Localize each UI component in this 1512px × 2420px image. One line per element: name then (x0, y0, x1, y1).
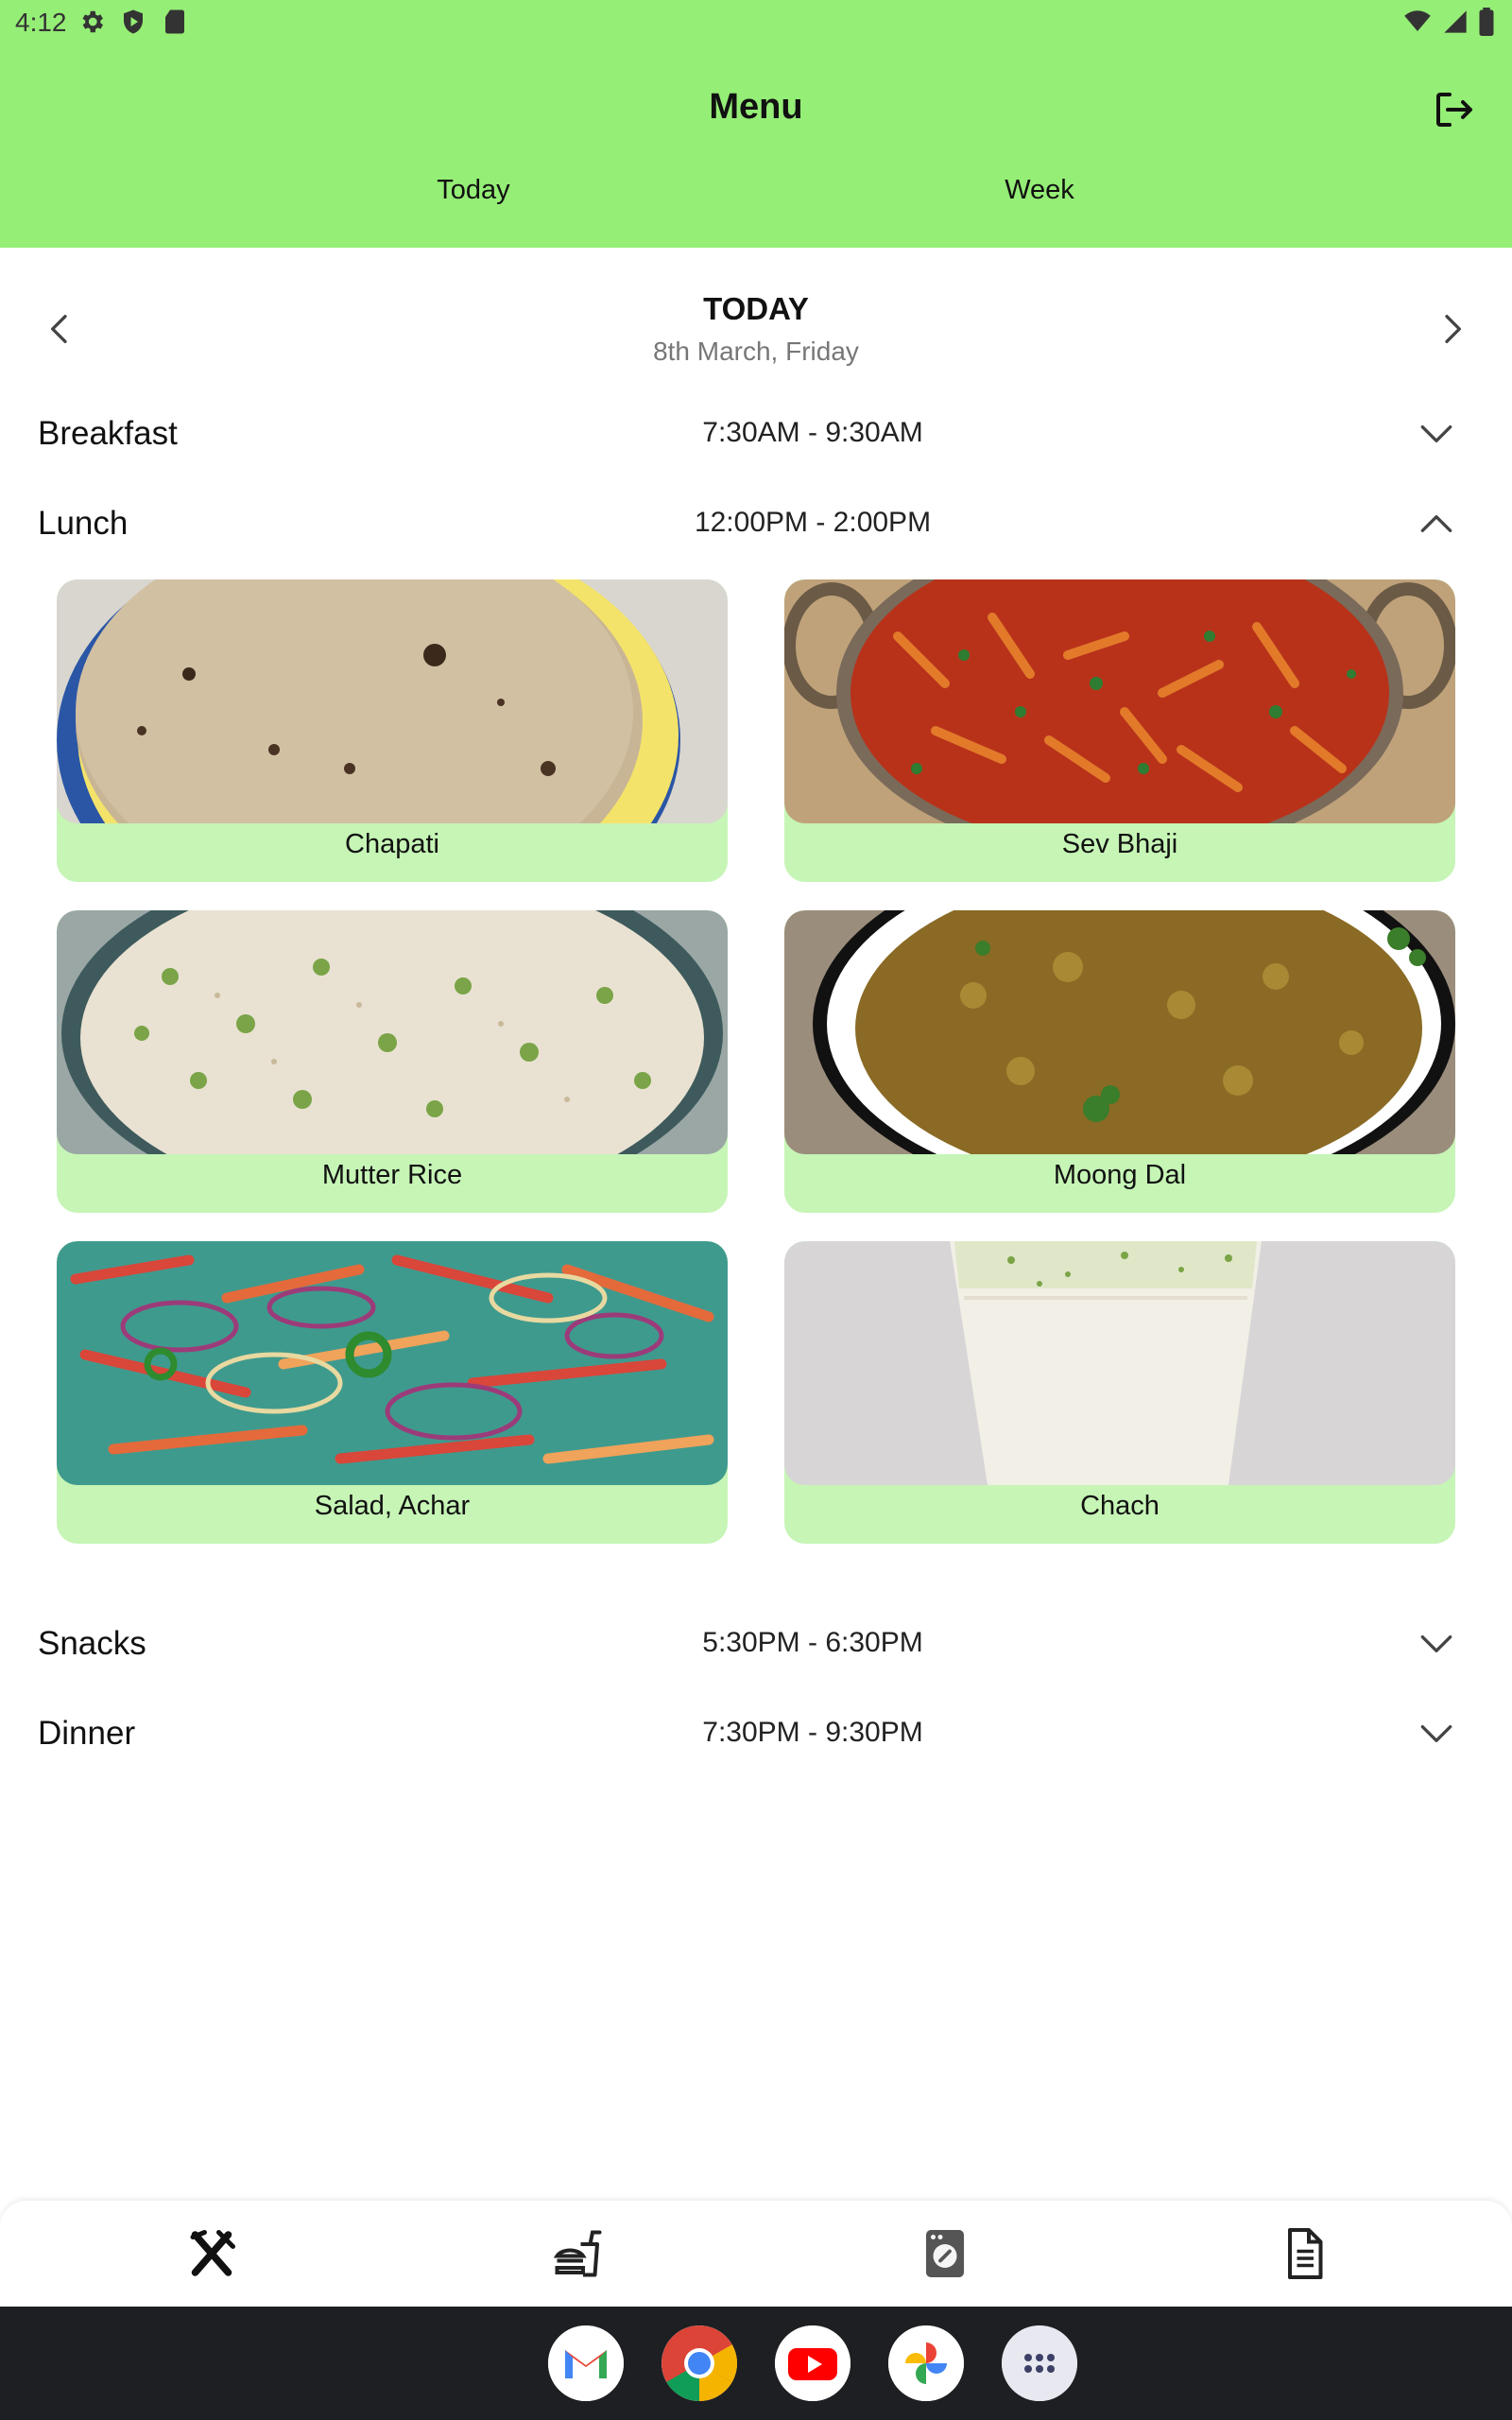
nav-item-documents[interactable] (1276, 2225, 1332, 2282)
food-image (57, 910, 728, 1154)
chrome-icon (662, 2325, 737, 2401)
nav-item-laundry[interactable] (917, 2225, 973, 2282)
food-card-mutter-rice[interactable]: Mutter Rice (57, 910, 728, 1213)
food-image (784, 579, 1455, 823)
bottom-navigation (0, 2201, 1512, 2307)
food-name: Sev Bhaji (1061, 829, 1178, 859)
food-image (784, 1241, 1455, 1485)
food-image (784, 910, 1455, 1154)
meal-row-dinner[interactable]: Dinner 7:30PM - 9:30PM (0, 1703, 1512, 1764)
date-subtitle: 8th March, Friday (653, 337, 859, 366)
meal-time: 7:30AM - 9:30AM (702, 417, 923, 448)
food-image (57, 579, 728, 823)
youtube-app[interactable] (775, 2325, 850, 2401)
gmail-app[interactable] (548, 2325, 624, 2401)
status-bar: 4:12 (0, 0, 1512, 49)
laundry-icon (926, 2230, 964, 2277)
utensils-icon (190, 2230, 235, 2276)
meal-time: 5:30PM - 6:30PM (702, 1627, 923, 1658)
food-card-salad-achar[interactable]: Salad, Achar (57, 1241, 728, 1544)
food-name: Chapati (345, 829, 439, 859)
youtube-icon (775, 2325, 850, 2401)
food-name: Mutter Rice (321, 1160, 463, 1190)
chevron-down-icon[interactable] (1416, 1623, 1457, 1665)
nav-item-food[interactable] (550, 2225, 607, 2282)
sd-card-icon (165, 9, 184, 34)
food-name: Moong Dal (1053, 1160, 1187, 1190)
meal-row-lunch[interactable]: Lunch 12:00PM - 2:00PM (0, 493, 1512, 554)
photos-app[interactable] (888, 2325, 964, 2401)
food-card-sev-bhaji[interactable]: Sev Bhaji (784, 579, 1455, 882)
meal-name: Lunch (38, 505, 129, 542)
meal-time: 7:30PM - 9:30PM (702, 1717, 923, 1748)
app-drawer-icon (1002, 2325, 1077, 2401)
chevron-down-icon[interactable] (1416, 1713, 1457, 1754)
logout-icon[interactable] (1431, 87, 1476, 132)
page-title: Menu (709, 87, 803, 127)
wifi-icon (1404, 10, 1431, 31)
signal-icon (1444, 10, 1467, 33)
meal-name: Snacks (38, 1625, 146, 1662)
date-title: TODAY (703, 291, 809, 326)
chrome-app[interactable] (662, 2325, 737, 2401)
shield-icon (124, 9, 143, 34)
meal-time: 12:00PM - 2:00PM (694, 507, 932, 538)
meal-name: Dinner (38, 1715, 136, 1752)
document-icon (1288, 2228, 1323, 2279)
system-dock (0, 2307, 1512, 2420)
food-card-chapati[interactable]: Chapati (57, 579, 728, 882)
settings-icon (82, 10, 103, 33)
status-time: 4:12 (15, 8, 67, 37)
tab-week[interactable]: Week (898, 175, 1181, 206)
food-image (57, 1241, 728, 1485)
app-header: 4:12 Menu Today Week (0, 0, 1512, 248)
meal-row-snacks[interactable]: Snacks 5:30PM - 6:30PM (0, 1614, 1512, 1674)
next-day-icon[interactable] (1433, 310, 1470, 348)
food-card-chach[interactable]: Chach (784, 1241, 1455, 1544)
food-name: Salad, Achar (314, 1491, 471, 1521)
gmail-icon (548, 2325, 624, 2401)
tab-today[interactable]: Today (332, 175, 615, 206)
fast-food-icon (553, 2230, 602, 2277)
food-name: Chach (1080, 1491, 1160, 1521)
photos-icon (888, 2325, 964, 2401)
nav-item-menu[interactable] (183, 2225, 240, 2282)
chevron-down-icon[interactable] (1416, 413, 1457, 455)
chevron-up-icon[interactable] (1416, 503, 1457, 544)
battery-icon (1479, 8, 1494, 36)
meal-name: Breakfast (38, 415, 178, 452)
food-card-moong-dal[interactable]: Moong Dal (784, 910, 1455, 1213)
meal-row-breakfast[interactable]: Breakfast 7:30AM - 9:30AM (0, 404, 1512, 464)
app-drawer[interactable] (1002, 2325, 1077, 2401)
